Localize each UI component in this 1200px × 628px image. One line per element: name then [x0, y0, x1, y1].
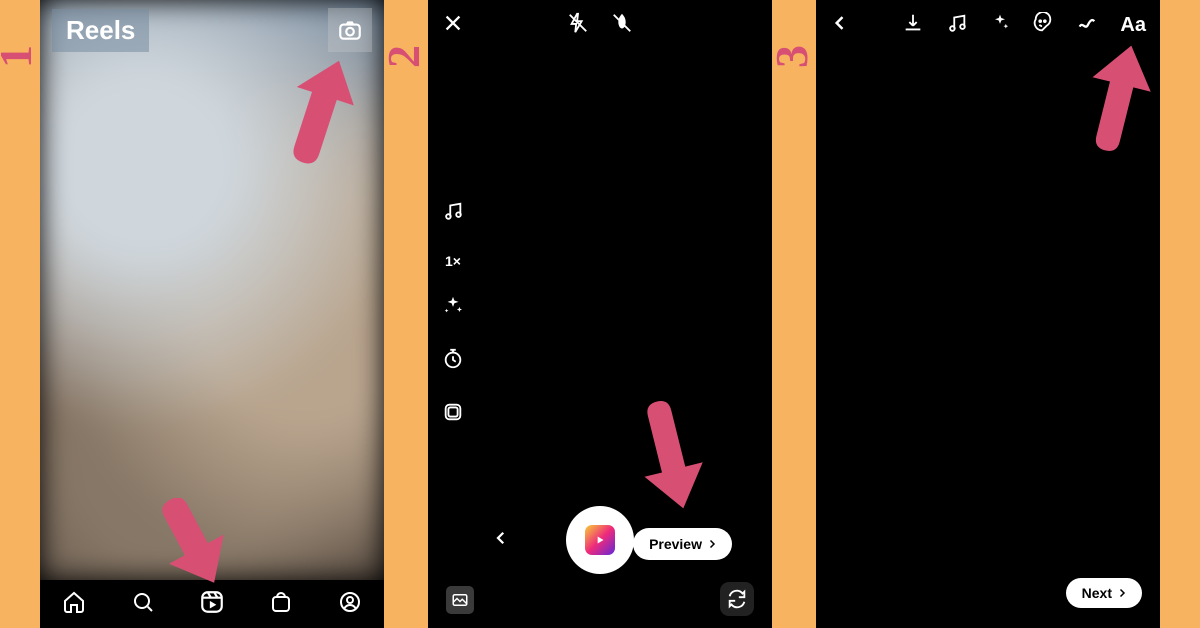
reels-blurred-background — [40, 0, 384, 580]
step-number-1: 1 — [0, 45, 42, 68]
preview-button[interactable]: Preview — [633, 528, 732, 560]
reels-icon — [585, 525, 615, 555]
flash-toggle[interactable] — [567, 12, 589, 39]
screen-reels-edit: Aa Next — [816, 0, 1160, 628]
step-number-3: 3 — [765, 45, 818, 68]
reels-title: Reels — [52, 9, 149, 52]
home-icon — [62, 590, 86, 614]
shop-icon — [269, 590, 293, 614]
draw-icon — [1076, 12, 1098, 34]
search-icon — [131, 590, 155, 614]
record-button[interactable] — [566, 506, 634, 574]
next-button-label: Next — [1082, 585, 1112, 601]
screen-reels-feed: Reels — [40, 0, 384, 628]
timer-icon — [442, 348, 464, 370]
annotation-arrow — [1078, 44, 1156, 154]
timer-button[interactable] — [442, 348, 464, 375]
sticker-icon — [1032, 12, 1054, 34]
step-number-2: 2 — [377, 45, 430, 68]
speed-button[interactable]: 1× — [445, 253, 461, 269]
chevron-left-icon — [492, 529, 510, 547]
music-button[interactable] — [442, 200, 464, 227]
touchup-toggle[interactable] — [611, 12, 633, 39]
sticker-button[interactable] — [1032, 12, 1054, 39]
tab-search[interactable] — [131, 590, 155, 619]
layout-icon — [442, 401, 464, 423]
tab-profile[interactable] — [338, 590, 362, 619]
touchup-icon — [611, 12, 633, 34]
close-icon — [442, 12, 464, 34]
profile-icon — [338, 590, 362, 614]
back-button[interactable] — [830, 13, 850, 38]
back-button[interactable] — [492, 529, 510, 552]
edit-toolbar: Aa — [902, 12, 1146, 39]
effects-button[interactable] — [442, 295, 464, 322]
chevron-right-icon — [706, 538, 718, 550]
download-button[interactable] — [902, 12, 924, 39]
screen-reels-camera: 1× — [428, 0, 772, 628]
close-button[interactable] — [442, 12, 464, 39]
tab-home[interactable] — [62, 590, 86, 619]
chevron-left-icon — [830, 13, 850, 33]
music-icon — [442, 200, 464, 222]
next-button[interactable]: Next — [1066, 578, 1142, 608]
bottom-tab-bar — [40, 580, 384, 628]
effects-button[interactable] — [990, 13, 1010, 38]
camera-icon — [337, 17, 363, 43]
preview-button-label: Preview — [649, 536, 702, 552]
sparkle-icon — [990, 13, 1010, 33]
flash-off-icon — [567, 12, 589, 34]
tab-reels[interactable] — [199, 589, 225, 620]
download-icon — [902, 12, 924, 34]
tab-shop[interactable] — [269, 590, 293, 619]
camera-side-tools: 1× — [442, 200, 464, 428]
flip-camera-icon — [726, 588, 748, 610]
flip-camera-button[interactable] — [720, 582, 754, 616]
reels-icon — [199, 589, 225, 615]
draw-button[interactable] — [1076, 12, 1098, 39]
music-button[interactable] — [946, 12, 968, 39]
layout-button[interactable] — [442, 401, 464, 428]
sparkle-icon — [442, 295, 464, 317]
music-icon — [946, 12, 968, 34]
camera-button[interactable] — [328, 8, 372, 52]
gallery-icon — [451, 591, 469, 609]
gallery-button[interactable] — [446, 586, 474, 614]
chevron-right-icon — [1116, 587, 1128, 599]
text-tool-button[interactable]: Aa — [1120, 14, 1146, 37]
